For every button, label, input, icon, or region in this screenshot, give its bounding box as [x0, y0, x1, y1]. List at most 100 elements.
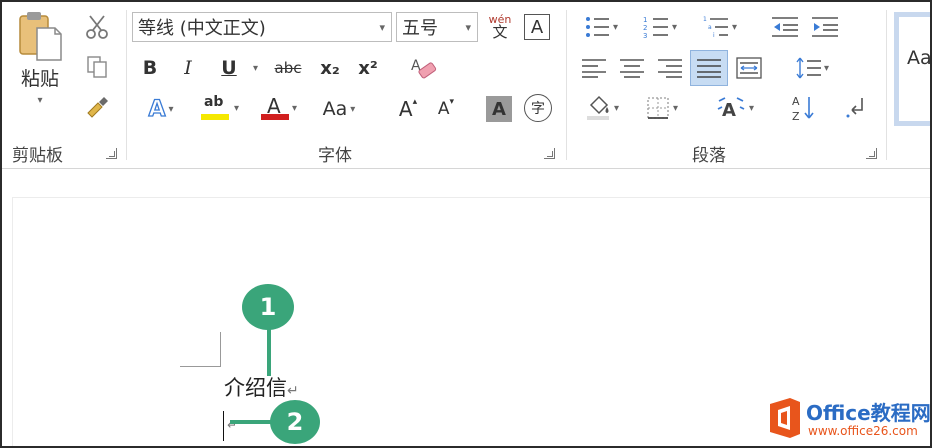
- grow-font-label: A: [398, 97, 413, 121]
- phonetic-guide-button[interactable]: wén 文: [484, 10, 516, 44]
- clipboard-dialog-launcher[interactable]: [106, 148, 117, 159]
- underline-label: U: [221, 57, 237, 79]
- chinese-layout-button[interactable]: A ▾: [708, 92, 762, 124]
- bold-label: B: [142, 57, 158, 79]
- copy-button[interactable]: [82, 52, 112, 82]
- ribbon-home: 粘贴 ▾ 剪贴板 等线 (中文正文) ▾ 五号 ▾ wén 文 A B I U …: [2, 2, 930, 169]
- bullets-button[interactable]: ▾: [576, 12, 626, 42]
- justify-icon: [697, 59, 721, 78]
- watermark-url: www.office26.com: [808, 424, 918, 438]
- font-name-value: 等线 (中文正文): [138, 18, 266, 39]
- paint-bucket-icon: [586, 95, 609, 120]
- chevron-down-icon: ▾: [291, 102, 298, 114]
- chevron-down-icon: ▾: [731, 21, 738, 33]
- svg-text:3: 3: [643, 32, 647, 39]
- multilevel-list-button[interactable]: 1 a i ▾: [694, 12, 746, 42]
- svg-text:A: A: [792, 95, 800, 108]
- font-dialog-launcher[interactable]: [544, 148, 555, 159]
- text-effects-icon: A: [148, 96, 166, 122]
- callout-2: 2: [270, 400, 320, 444]
- superscript-button[interactable]: x²: [352, 54, 384, 82]
- highlight-icon: ab: [200, 94, 231, 122]
- cut-button[interactable]: [82, 12, 112, 42]
- align-left-button[interactable]: [578, 52, 610, 84]
- svg-text:A: A: [722, 100, 736, 121]
- distributed-icon: [736, 57, 762, 79]
- group-separator: [566, 10, 567, 160]
- shrink-font-button[interactable]: A ▾: [432, 94, 460, 124]
- font-name-select[interactable]: 等线 (中文正文) ▾: [132, 12, 392, 42]
- styles-gallery[interactable]: Aa: [894, 12, 930, 126]
- caret-up-icon: ▴: [412, 97, 418, 107]
- character-border-text: A: [530, 16, 544, 38]
- align-right-button[interactable]: [654, 52, 686, 84]
- bold-button[interactable]: B: [138, 54, 162, 82]
- font-color-icon: A: [260, 94, 289, 122]
- borders-icon: [647, 97, 669, 119]
- font-color-bar: [260, 114, 289, 120]
- highlight-text: ab: [203, 94, 224, 110]
- font-size-select[interactable]: 五号 ▾: [396, 12, 478, 42]
- chevron-down-icon: ▾: [350, 103, 356, 115]
- text-effects-button[interactable]: A ▾: [138, 94, 184, 124]
- italic-button[interactable]: I: [176, 54, 200, 82]
- strikethrough-button[interactable]: abc: [268, 54, 308, 82]
- borders-button[interactable]: ▾: [636, 92, 688, 124]
- numbering-button[interactable]: 1 2 3 ▾: [634, 12, 686, 42]
- paste-button[interactable]: 粘贴 ▾: [12, 10, 68, 122]
- character-shading-button[interactable]: A: [486, 96, 512, 122]
- underline-dropdown[interactable]: ▾: [246, 54, 262, 82]
- shading-button[interactable]: ▾: [576, 92, 628, 124]
- chevron-down-icon: ▾: [168, 103, 174, 115]
- align-left-icon: [582, 59, 606, 78]
- chevron-down-icon: ▾: [252, 62, 259, 74]
- numbered-list-icon: 123: [643, 16, 668, 39]
- align-center-button[interactable]: [616, 52, 648, 84]
- line-spacing-button[interactable]: ▾: [786, 52, 838, 84]
- increase-indent-button[interactable]: [808, 12, 842, 42]
- paragraph-mark: ↵: [287, 383, 299, 399]
- multilevel-list-icon: 1ai: [703, 16, 728, 39]
- character-border-button[interactable]: A: [524, 14, 550, 40]
- svg-text:1: 1: [643, 16, 647, 24]
- chevron-down-icon: ▾: [612, 21, 619, 33]
- decrease-indent-button[interactable]: [768, 12, 802, 42]
- clear-formatting-button[interactable]: A: [406, 52, 440, 84]
- distributed-button[interactable]: [732, 52, 766, 84]
- format-painter-icon: [87, 97, 108, 118]
- sort-button[interactable]: AZ: [786, 92, 822, 124]
- paragraph-dialog-launcher[interactable]: [866, 148, 877, 159]
- subscript-button[interactable]: x₂: [314, 54, 346, 82]
- highlight-bar: [200, 114, 229, 120]
- font-color-button[interactable]: A ▾: [254, 92, 304, 124]
- office-logo-icon: [770, 398, 800, 438]
- enclose-characters-button[interactable]: 字: [524, 94, 552, 122]
- line-spacing-icon: [796, 57, 821, 79]
- chevron-down-icon: ▾: [233, 102, 240, 114]
- chevron-down-icon: ▾: [613, 102, 620, 114]
- underline-button[interactable]: U: [214, 54, 244, 82]
- document-line-1-text: 介绍信: [224, 376, 287, 400]
- svg-text:1: 1: [703, 16, 707, 23]
- sort-icon: AZ: [792, 95, 814, 122]
- superscript-label: x²: [358, 57, 378, 79]
- copy-icon: [87, 56, 107, 78]
- bullet-list-icon: [585, 17, 609, 37]
- callout-2-number: 2: [286, 408, 304, 436]
- highlight-color-button[interactable]: ab ▾: [192, 92, 248, 124]
- subscript-label: x₂: [320, 57, 340, 79]
- show-marks-button[interactable]: [840, 92, 870, 124]
- paste-label: 粘贴: [20, 68, 59, 90]
- justify-button[interactable]: [690, 50, 728, 86]
- callout-1: 1: [242, 284, 294, 330]
- change-case-button[interactable]: Aa ▾: [312, 94, 366, 124]
- chevron-down-icon: ▾: [465, 21, 471, 34]
- chevron-down-icon: ▾: [671, 21, 678, 33]
- grow-font-button[interactable]: A ▴: [394, 94, 422, 124]
- format-painter-button[interactable]: [82, 92, 112, 122]
- chinese-layout-icon: A: [717, 97, 745, 121]
- document-line-1[interactable]: 介绍信↵: [224, 372, 299, 402]
- strikethrough-label: abc: [274, 59, 302, 77]
- paste-icon: [19, 12, 62, 61]
- paragraph-mark-icon: [846, 98, 863, 118]
